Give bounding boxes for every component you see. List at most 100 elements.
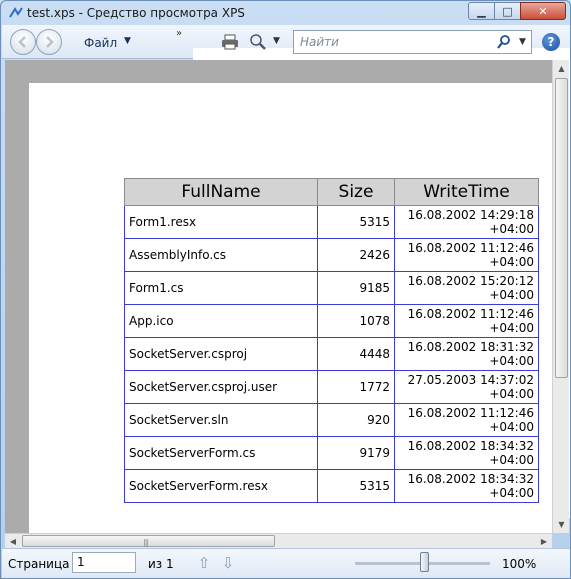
back-button[interactable] — [10, 29, 36, 55]
table-row: SocketServerForm.cs 9179 16.08.2002 18:3… — [124, 436, 539, 470]
file-menu[interactable]: Файл — [84, 36, 117, 50]
writetime-date: 16.08.2002 15:20:12 — [407, 274, 534, 288]
toolbar: Файл ▼ » ▼ Найти ▼ ? — [2, 25, 570, 518]
table-row: AssemblyInfo.cs 2426 16.08.2002 11:12:46… — [124, 238, 539, 272]
cell-size: 1078 — [317, 304, 395, 338]
table-row: SocketServer.csproj 4448 16.08.2002 18:3… — [124, 337, 539, 371]
table-row: SocketServer.csproj.user 1772 27.05.2003… — [124, 370, 539, 404]
writetime-date: 16.08.2002 18:34:32 — [407, 472, 534, 486]
writetime-offset: +04:00 — [489, 288, 534, 302]
page-label: Страница — [8, 557, 70, 571]
writetime-offset: +04:00 — [489, 255, 534, 269]
writetime-date: 16.08.2002 11:12:46 — [407, 406, 534, 420]
next-page-arrow-icon[interactable]: ⇩ — [220, 554, 236, 572]
writetime-offset: +04:00 — [489, 387, 534, 401]
file-menu-dropdown-icon[interactable]: ▼ — [124, 36, 131, 46]
column-header-size: Size — [317, 178, 395, 206]
cell-writetime: 16.08.2002 11:12:46 +04:00 — [394, 304, 539, 338]
cell-fullname: SocketServer.sln — [124, 403, 318, 437]
writetime-date: 16.08.2002 11:12:46 — [407, 307, 534, 321]
scroll-left-arrow-icon[interactable]: ◀ — [5, 534, 21, 549]
horizontal-scrollbar[interactable]: ◀ ||| ▶ — [5, 533, 552, 548]
writetime-date: 16.08.2002 14:29:18 — [407, 208, 534, 222]
vertical-scroll-thumb[interactable] — [555, 78, 568, 378]
table-row: SocketServer.sln 920 16.08.2002 11:12:46… — [124, 403, 539, 437]
maximize-icon: □ — [502, 4, 513, 18]
writetime-offset: +04:00 — [489, 354, 534, 368]
previous-page-arrow-icon[interactable]: ⇧ — [196, 554, 212, 572]
forward-button[interactable] — [36, 29, 62, 55]
writetime-offset: +04:00 — [489, 321, 534, 335]
cell-size: 9179 — [317, 436, 395, 470]
close-button[interactable]: ✕ — [520, 2, 566, 20]
scroll-right-arrow-icon[interactable]: ▶ — [536, 534, 552, 549]
horizontal-scroll-thumb[interactable]: ||| — [22, 535, 275, 547]
zoom-slider-thumb[interactable] — [420, 552, 429, 572]
writetime-date: 16.08.2002 18:34:32 — [407, 439, 534, 453]
cell-size: 4448 — [317, 337, 395, 371]
cell-size: 9185 — [317, 271, 395, 305]
xps-app-icon — [9, 7, 23, 18]
cell-writetime: 16.08.2002 14:29:18 +04:00 — [394, 205, 539, 239]
table-row: Form1.cs 9185 16.08.2002 15:20:12 +04:00 — [124, 271, 539, 305]
xps-viewer-window: test.xps - Средство просмотра XPS ▁ □ ✕ … — [0, 0, 571, 579]
document-viewport[interactable]: FullName Size WriteTime Form1.resx 5315 … — [5, 60, 552, 533]
cell-size: 920 — [317, 403, 395, 437]
cell-fullname: SocketServer.csproj — [124, 337, 318, 371]
writetime-offset: +04:00 — [489, 222, 534, 236]
cell-fullname: Form1.resx — [124, 205, 318, 239]
file-table: FullName Size WriteTime Form1.resx 5315 … — [124, 178, 539, 503]
help-icon: ? — [547, 35, 555, 49]
close-icon: ✕ — [538, 4, 548, 18]
writetime-offset: +04:00 — [489, 486, 534, 500]
table-row: Form1.resx 5315 16.08.2002 14:29:18 +04:0… — [124, 205, 539, 239]
table-row: SocketServerForm.resx 5315 16.08.2002 18… — [124, 469, 539, 503]
zoom-dropdown-icon[interactable]: ▼ — [273, 36, 280, 46]
page-number-input[interactable]: 1 — [72, 552, 136, 573]
forward-arrow-icon — [46, 36, 54, 48]
cell-writetime: 16.08.2002 18:34:32 +04:00 — [394, 469, 539, 503]
cell-fullname: SocketServerForm.cs — [124, 436, 318, 470]
search-options-dropdown-icon[interactable]: ▼ — [519, 37, 526, 47]
column-header-fullname: FullName — [124, 178, 318, 206]
search-icon[interactable] — [496, 34, 512, 50]
column-header-writetime: WriteTime — [394, 178, 539, 206]
writetime-date: 16.08.2002 18:31:32 — [407, 340, 534, 354]
cell-writetime: 16.08.2002 11:12:46 +04:00 — [394, 238, 539, 272]
scroll-up-arrow-icon[interactable]: ▲ — [553, 60, 570, 77]
vertical-scrollbar[interactable]: ▲ ▼ — [552, 60, 569, 533]
writetime-offset: +04:00 — [489, 420, 534, 434]
cell-fullname: SocketServerForm.resx — [124, 469, 318, 503]
zoom-level: 100% — [502, 557, 537, 571]
writetime-offset: +04:00 — [489, 453, 534, 467]
minimize-icon: ▁ — [477, 4, 486, 18]
zoom-button[interactable] — [249, 33, 267, 51]
print-button[interactable] — [221, 33, 239, 51]
cell-size: 2426 — [317, 238, 395, 272]
search-input[interactable]: Найти ▼ — [293, 30, 532, 54]
window-title: test.xps - Средство просмотра XPS — [27, 6, 245, 20]
page-count: из 1 — [148, 557, 174, 571]
maximize-button[interactable]: □ — [494, 2, 521, 20]
cell-fullname: SocketServer.csproj.user — [124, 370, 318, 404]
cell-writetime: 16.08.2002 18:31:32 +04:00 — [394, 337, 539, 371]
toolbar-overflow-icon[interactable]: » — [176, 28, 182, 39]
cell-size: 1772 — [317, 370, 395, 404]
table-row: App.ico 1078 16.08.2002 11:12:46 +04:00 — [124, 304, 539, 338]
printer-icon — [222, 34, 238, 50]
back-arrow-icon — [18, 36, 26, 48]
minimize-button[interactable]: ▁ — [468, 2, 495, 20]
cell-size: 5315 — [317, 205, 395, 239]
help-button[interactable]: ? — [542, 33, 560, 51]
cell-size: 5315 — [317, 469, 395, 503]
cell-writetime: 16.08.2002 18:34:32 +04:00 — [394, 436, 539, 470]
status-bar: Страница 1 из 1 ⇧ ⇩ 100% — [2, 548, 570, 578]
cell-writetime: 27.05.2003 14:37:02 +04:00 — [394, 370, 539, 404]
cell-fullname: App.ico — [124, 304, 318, 338]
magnifier-icon — [250, 34, 266, 50]
cell-fullname: Form1.cs — [124, 271, 318, 305]
writetime-date: 27.05.2003 14:37:02 — [407, 373, 534, 387]
scroll-down-arrow-icon[interactable]: ▼ — [553, 516, 570, 533]
table-header-row: FullName Size WriteTime — [124, 178, 539, 206]
cell-writetime: 16.08.2002 11:12:46 +04:00 — [394, 403, 539, 437]
